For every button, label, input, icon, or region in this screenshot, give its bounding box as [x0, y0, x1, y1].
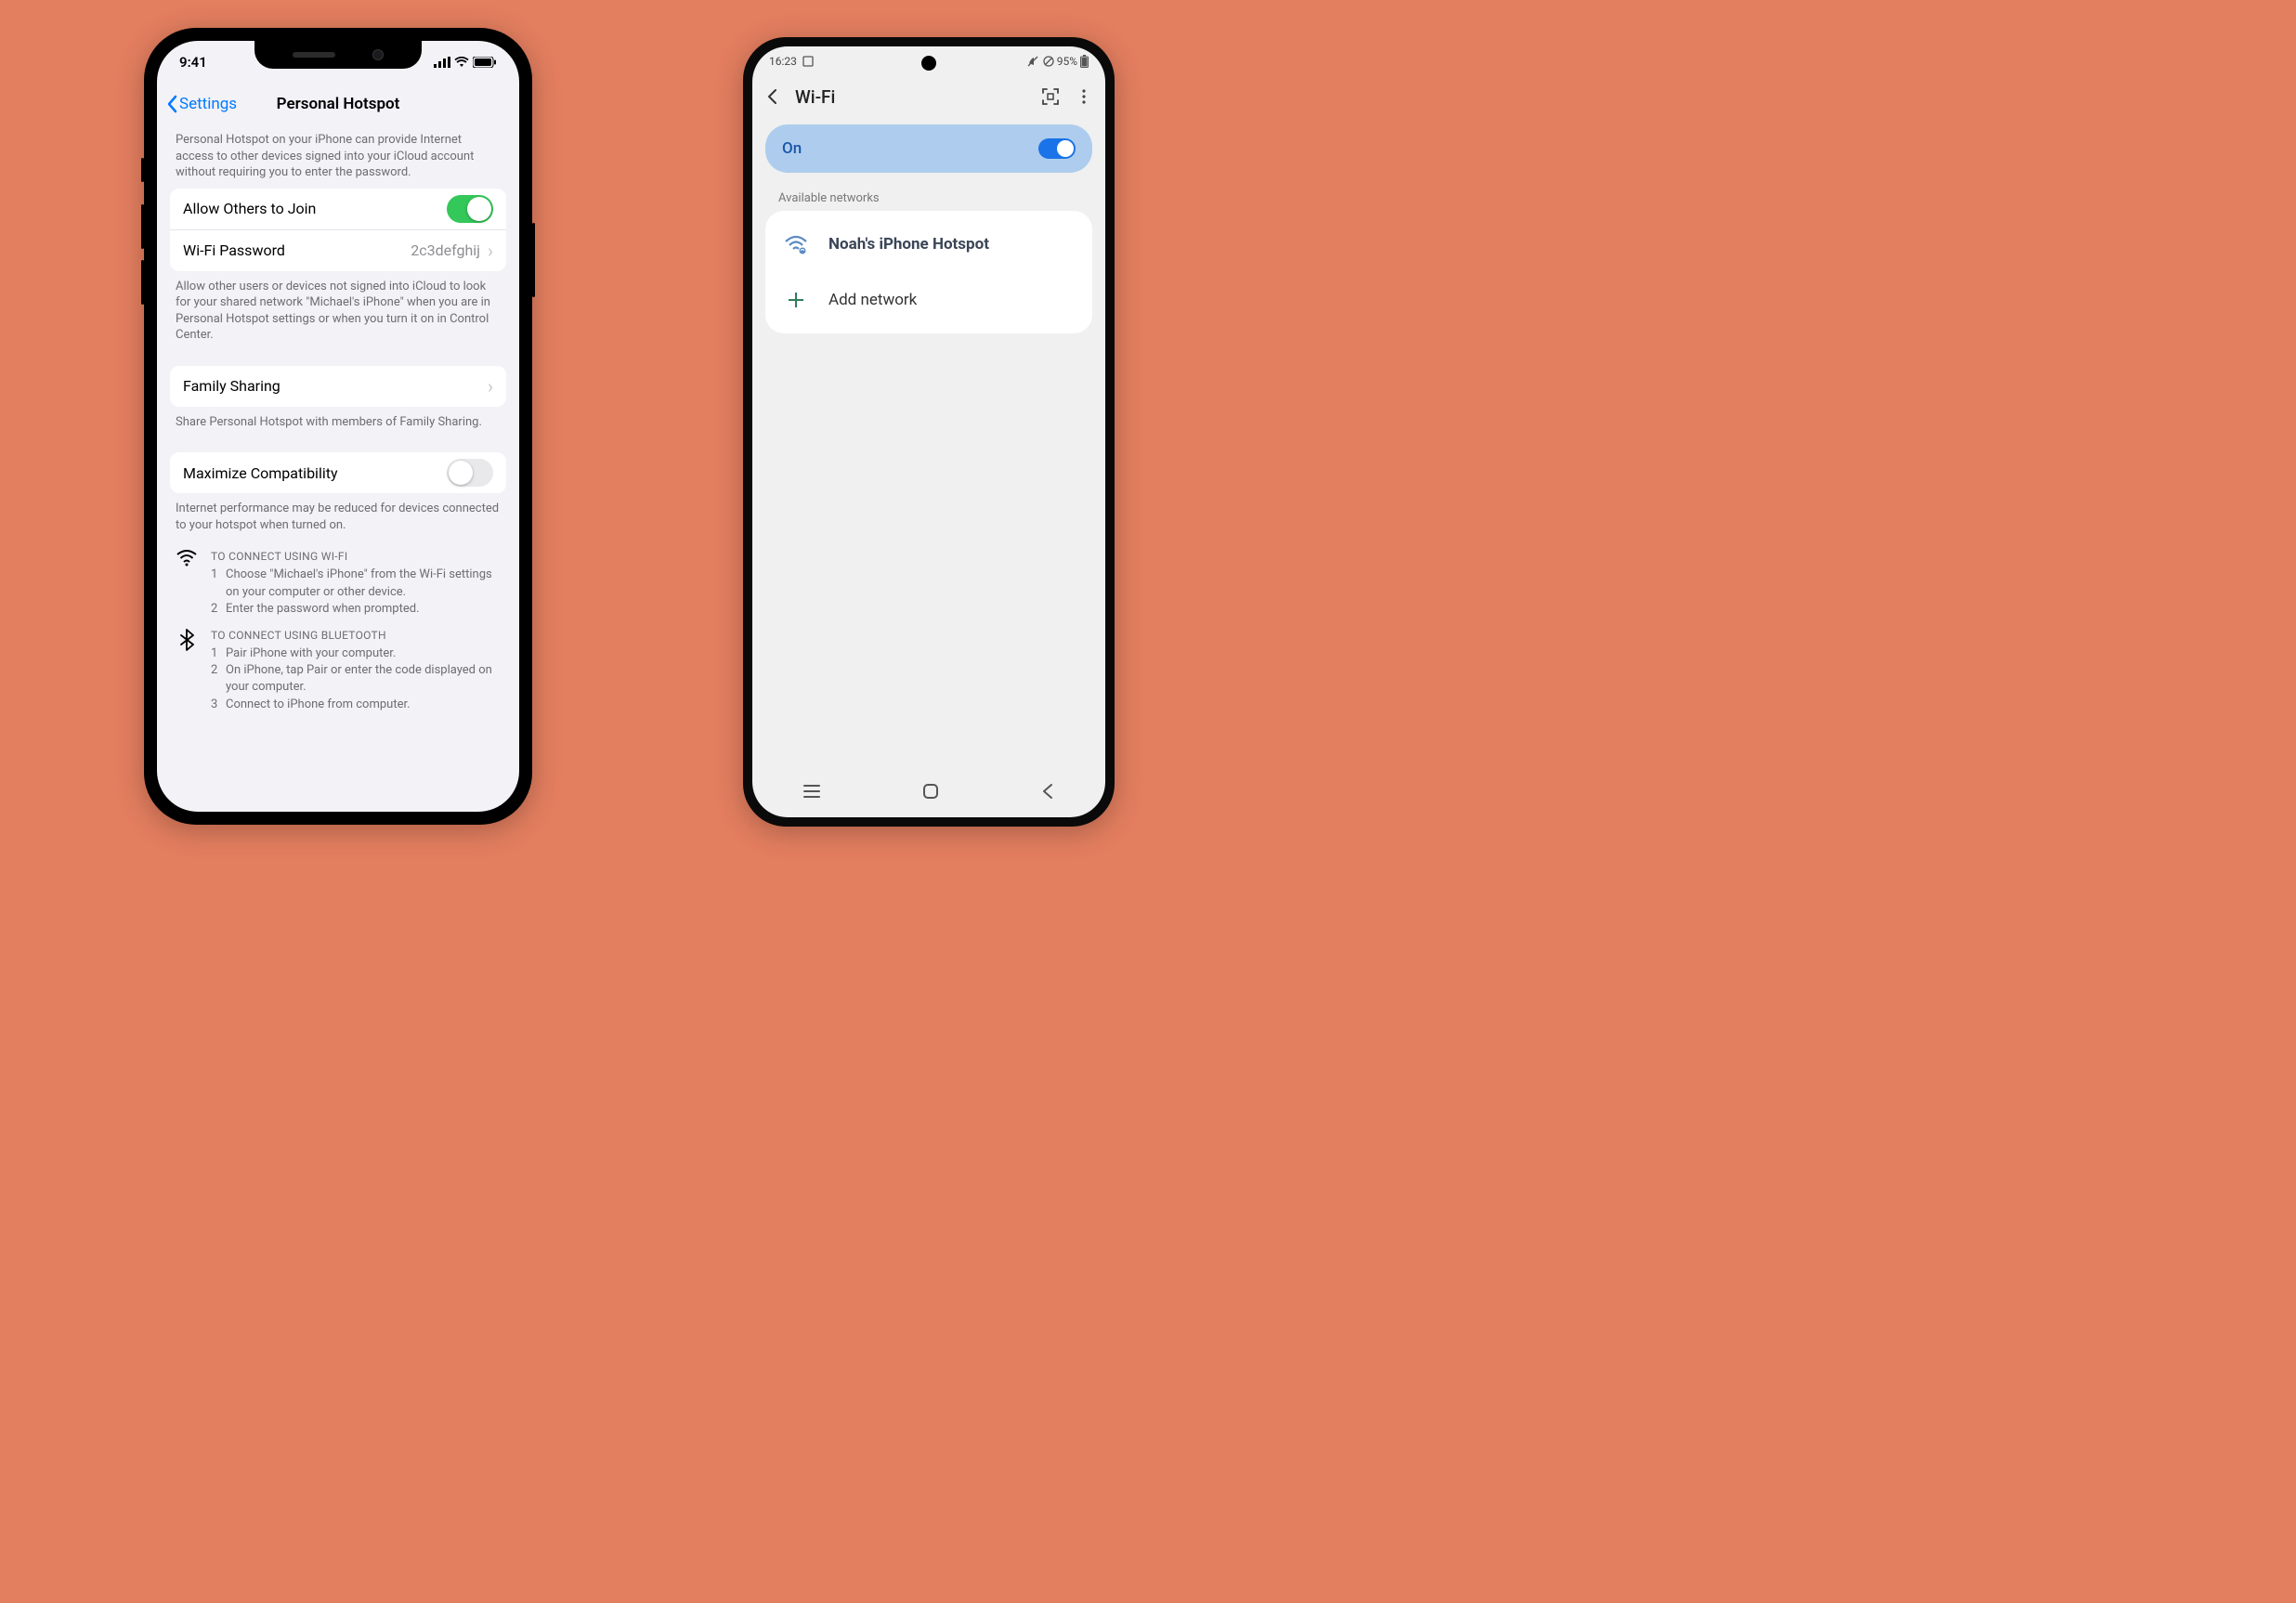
compat-note: Internet performance may be reduced for …: [157, 493, 519, 541]
chevron-right-icon: ›: [488, 240, 493, 262]
back-label: Settings: [179, 95, 237, 113]
wifi-password-row[interactable]: Wi-Fi Password 2c3defghij ›: [170, 229, 506, 271]
networks-card: Noah's iPhone Hotspot Add network: [765, 211, 1092, 333]
network-row[interactable]: Noah's iPhone Hotspot: [765, 216, 1092, 272]
compat-group: Maximize Compatibility: [170, 452, 506, 493]
family-note: Share Personal Hotspot with members of F…: [157, 407, 519, 438]
wifi-icon: [176, 550, 198, 618]
android-header: Wi-Fi: [752, 76, 1105, 117]
wifi-step-2: 2Enter the password when prompted.: [211, 601, 501, 618]
compat-toggle[interactable]: [447, 459, 493, 487]
network-name: Noah's iPhone Hotspot: [828, 235, 989, 254]
qr-scan-icon[interactable]: [1040, 86, 1061, 107]
allow-others-row[interactable]: Allow Others to Join: [170, 189, 506, 229]
status-time: 16:23: [769, 55, 797, 68]
battery-icon: [1080, 55, 1089, 68]
volume-up-button[interactable]: [141, 204, 144, 249]
no-location-icon: [1043, 56, 1054, 67]
mute-icon: [1027, 56, 1040, 67]
bt-step-2: 2On iPhone, tap Pair or enter the code d…: [211, 662, 501, 696]
punch-hole-camera: [921, 56, 936, 71]
family-sharing-group: Family Sharing ›: [170, 366, 506, 407]
more-menu-icon[interactable]: [1074, 86, 1094, 107]
bt-instr-head: TO CONNECT USING BLUETOOTH: [211, 629, 501, 642]
iphone-device-frame: 9:41 Settings Personal Hotspot: [144, 28, 532, 825]
chevron-left-icon: [166, 95, 177, 113]
add-network-row[interactable]: Add network: [765, 272, 1092, 328]
compat-row[interactable]: Maximize Compatibility: [170, 452, 506, 493]
chevron-right-icon: ›: [488, 375, 493, 397]
android-screen: 16:23 95% Wi-Fi: [752, 46, 1105, 817]
recents-button[interactable]: [802, 784, 821, 799]
wifi-toggle[interactable]: [1038, 138, 1076, 159]
power-button[interactable]: [532, 223, 535, 297]
mute-switch[interactable]: [141, 158, 144, 182]
bt-step-3: 3Connect to iPhone from computer.: [211, 697, 501, 713]
family-sharing-row[interactable]: Family Sharing ›: [170, 366, 506, 407]
wifi-instructions: TO CONNECT USING WI-FI 1Choose "Michael'…: [157, 541, 519, 619]
wifi-master-toggle-row[interactable]: On: [765, 124, 1092, 173]
compat-label: Maximize Compatibility: [183, 464, 338, 482]
wifi-hotspot-icon: [784, 232, 808, 256]
ios-nav-bar: Settings Personal Hotspot: [157, 84, 519, 124]
battery-icon: [473, 57, 497, 68]
bluetooth-instructions: TO CONNECT USING BLUETOOTH 1Pair iPhone …: [157, 619, 519, 715]
wifi-on-label: On: [782, 139, 802, 158]
plus-icon: [784, 288, 808, 312]
cellular-icon: [434, 57, 450, 68]
back-button[interactable]: [763, 87, 782, 106]
hotspot-group: Allow Others to Join Wi-Fi Password 2c3d…: [170, 189, 506, 271]
available-networks-label: Available networks: [752, 180, 1105, 211]
back-button[interactable]: Settings: [166, 95, 237, 113]
ios-content-scroll[interactable]: Personal Hotspot on your iPhone can prov…: [157, 124, 519, 812]
speaker-grille: [293, 52, 335, 58]
intro-note: Personal Hotspot on your iPhone can prov…: [157, 124, 519, 189]
allow-others-toggle[interactable]: [447, 195, 493, 223]
volume-down-button[interactable]: [141, 260, 144, 305]
add-network-label: Add network: [828, 291, 917, 309]
home-button[interactable]: [921, 782, 940, 801]
wifi-password-label: Wi-Fi Password: [183, 241, 285, 259]
iphone-notch: [254, 41, 422, 69]
family-sharing-label: Family Sharing: [183, 377, 280, 395]
allow-note: Allow other users or devices not signed …: [157, 271, 519, 351]
notification-icon: [802, 56, 814, 67]
battery-text: 95%: [1057, 55, 1077, 68]
front-camera: [372, 49, 384, 60]
page-title: Wi-Fi: [795, 86, 835, 108]
android-device-frame: 16:23 95% Wi-Fi: [743, 37, 1115, 827]
wifi-instr-head: TO CONNECT USING WI-FI: [211, 550, 501, 563]
bluetooth-icon: [176, 629, 198, 713]
status-time: 9:41: [179, 54, 207, 71]
wifi-password-value: 2c3defghij: [411, 241, 480, 259]
allow-others-label: Allow Others to Join: [183, 200, 316, 217]
android-nav-bar: [752, 775, 1105, 808]
bt-step-1: 1Pair iPhone with your computer.: [211, 645, 501, 662]
iphone-screen: 9:41 Settings Personal Hotspot: [157, 41, 519, 812]
wifi-icon: [454, 57, 469, 68]
nav-back-button[interactable]: [1040, 783, 1055, 800]
wifi-step-1: 1Choose "Michael's iPhone" from the Wi-F…: [211, 567, 501, 600]
